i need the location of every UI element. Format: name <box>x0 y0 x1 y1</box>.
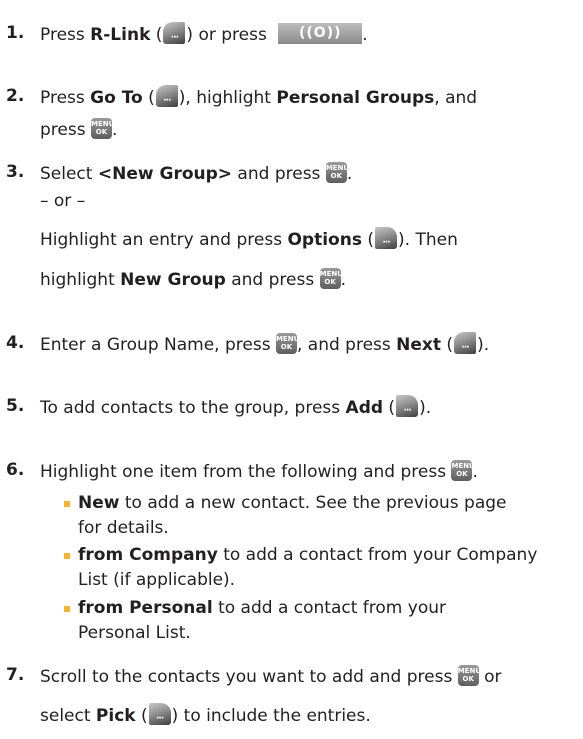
right-softkey-icon: ··· <box>396 395 419 417</box>
step-number: 4. <box>6 333 25 353</box>
step-3-or-separator: – or – <box>40 191 86 211</box>
step-5-line-1: To add contacts to the group, press Add … <box>40 395 431 420</box>
menu-ok-key-icon: MENU OK <box>451 459 475 481</box>
bullet-marker <box>64 553 70 559</box>
step-number: 5. <box>6 396 25 416</box>
bullet-item-continuation: Personal List. <box>78 623 191 643</box>
bullet-marker <box>64 501 70 507</box>
step-3-line-1: Select <New Group> and press MENU OK. <box>40 161 353 184</box>
left-softkey-icon: ··· <box>454 332 477 354</box>
step-7-line-1: Scroll to the contacts you want to add a… <box>40 664 502 687</box>
bullet-item-continuation: for details. <box>78 518 169 538</box>
menu-ok-key-icon: MENU OK <box>325 161 349 183</box>
step-3-line-4: highlight New Group and press MENU OK. <box>40 267 347 290</box>
left-softkey-icon: ··· <box>163 22 186 44</box>
menu-ok-key-icon: MENU OK <box>275 332 299 354</box>
step-3-line-3: Highlight an entry and press Options (··… <box>40 227 458 252</box>
bullet-item-continuation: List (if applicable). <box>78 570 236 590</box>
bullet-item: from Personal to add a contact from your <box>78 598 446 618</box>
step-number: 2. <box>6 86 25 106</box>
bullet-item: from Company to add a contact from your … <box>78 545 538 565</box>
step-4-line-1: Enter a Group Name, press MENU OK, and pr… <box>40 332 489 357</box>
menu-ok-key-icon: MENU OK <box>90 117 114 139</box>
key-name: R-Link <box>90 25 151 45</box>
step-number: 7. <box>6 665 25 685</box>
step-number: 3. <box>6 162 25 182</box>
right-softkey-icon: ··· <box>375 227 398 249</box>
menu-ok-key-icon: MENU OK <box>319 267 343 289</box>
step-7-line-2: select Pick (···) to include the entries… <box>40 703 371 728</box>
menu-ok-key-icon: MENU OK <box>457 664 481 686</box>
navigation-key-icon: ((O)) <box>278 22 363 44</box>
step-number: 1. <box>6 23 25 43</box>
left-softkey-icon: ··· <box>155 85 178 107</box>
step-number: 6. <box>6 460 25 480</box>
bullet-item: New to add a new contact. See the previo… <box>78 493 507 513</box>
step-1-line-1: Press R-Link (···) or press ((O)). <box>40 22 368 47</box>
bullet-marker <box>64 606 70 612</box>
right-softkey-icon: ··· <box>148 703 171 725</box>
instruction-page: 1. Press R-Link (···) or press ((O)). 2.… <box>0 0 583 739</box>
step-6-line-1: Highlight one item from the following an… <box>40 459 478 482</box>
step-2-line-1: Press Go To (···), highlight Personal Gr… <box>40 85 477 110</box>
step-2-line-2: press MENU OK. <box>40 117 118 140</box>
